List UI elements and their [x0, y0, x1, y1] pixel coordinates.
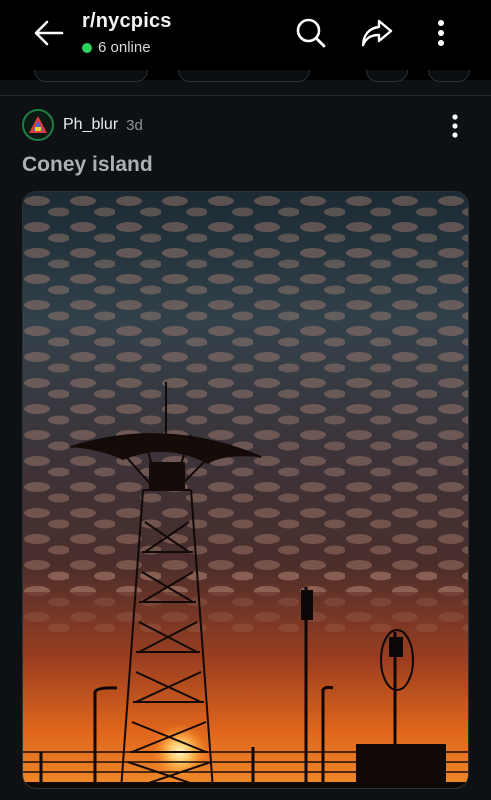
arrow-left-icon — [34, 20, 64, 46]
avatar[interactable] — [22, 109, 54, 141]
post-overflow-button[interactable] — [444, 112, 466, 140]
online-dot-icon — [82, 42, 92, 53]
back-button[interactable] — [30, 14, 68, 52]
top-app-bar: r/nycpics 6 online — [0, 0, 491, 80]
more-vertical-icon — [452, 114, 458, 138]
online-status: 6 online — [82, 39, 172, 56]
post-image[interactable] — [22, 191, 469, 789]
post-meta: Ph_blur 3d — [22, 109, 143, 141]
filter-chip[interactable] — [428, 70, 470, 82]
user-avatar-icon — [29, 116, 47, 133]
subreddit-header[interactable]: r/nycpics 6 online — [82, 10, 172, 56]
filter-chip-row — [0, 70, 491, 84]
search-icon — [296, 18, 326, 48]
subreddit-name[interactable]: r/nycpics — [82, 10, 172, 33]
post-title[interactable]: Coney island — [22, 153, 153, 177]
more-vertical-icon — [438, 20, 444, 46]
post-age: 3d — [126, 116, 143, 134]
share-button[interactable] — [358, 14, 396, 52]
filter-chip[interactable] — [366, 70, 408, 82]
filter-chip[interactable] — [34, 70, 148, 82]
search-button[interactable] — [292, 14, 330, 52]
overflow-menu-button[interactable] — [424, 14, 458, 52]
header-divider — [0, 95, 491, 96]
online-count: 6 online — [98, 39, 151, 56]
post-author[interactable]: Ph_blur — [63, 116, 118, 134]
filter-chip[interactable] — [178, 70, 310, 82]
sunset-photo — [23, 192, 468, 788]
share-icon — [361, 19, 393, 47]
